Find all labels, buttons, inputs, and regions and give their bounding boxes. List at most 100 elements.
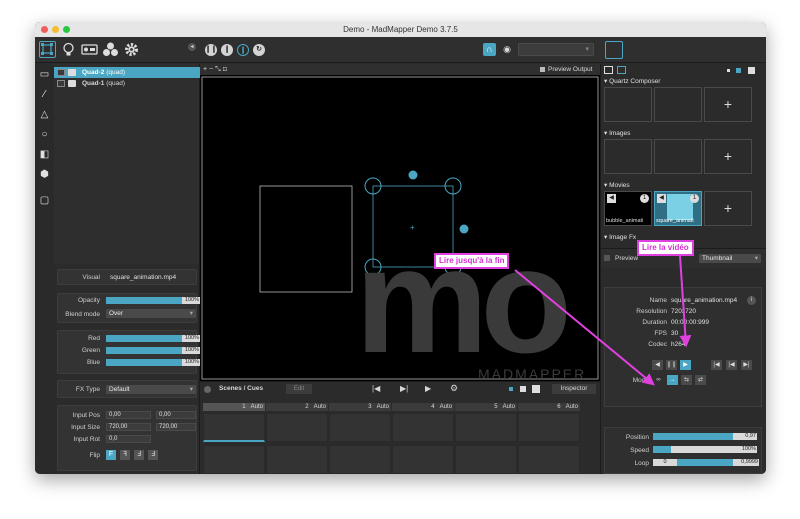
add-quad-icon[interactable]: ▭: [38, 68, 51, 81]
layer-row-quad-2[interactable]: Quad-2 (quad): [54, 67, 200, 78]
collapse-icon[interactable]: ◂: [188, 43, 196, 51]
library-settings-icon[interactable]: [617, 66, 626, 74]
ping-pong-mode-icon[interactable]: ⇆: [681, 375, 692, 385]
loop-mode-icon[interactable]: ∞: [653, 375, 664, 385]
movie-play-icon[interactable]: ◀: [607, 194, 616, 203]
add-mask-icon[interactable]: ◧: [38, 148, 51, 161]
play-once-mode-icon[interactable]: →: [667, 375, 678, 385]
cue-header-1[interactable]: 1 Auto: [203, 403, 265, 411]
quartz-section-header[interactable]: ▾ Quartz Composer: [604, 77, 660, 85]
add-circle-icon[interactable]: ○: [38, 128, 51, 141]
reverse-mode-icon[interactable]: ⇄: [695, 375, 706, 385]
cue-cell[interactable]: [518, 413, 580, 442]
library-view-large-icon[interactable]: [748, 67, 755, 74]
cue-cell[interactable]: [392, 413, 454, 442]
cue-cell[interactable]: [329, 445, 391, 474]
image-fx-section-header[interactable]: ▾ Image Fx: [604, 233, 636, 241]
edit-button[interactable]: Edit: [286, 384, 312, 394]
cue-header-6[interactable]: 6 Auto: [518, 403, 580, 411]
cue-small-square-icon[interactable]: [520, 386, 526, 392]
add-triangle-icon[interactable]: △: [38, 108, 51, 121]
magnet-icon[interactable]: ∩: [483, 43, 496, 56]
last-frame-icon[interactable]: ▶|: [741, 360, 752, 370]
layer-visibility-checkbox[interactable]: [57, 80, 65, 87]
green-slider[interactable]: [106, 347, 182, 354]
cue-cell[interactable]: [266, 413, 328, 442]
image-slot[interactable]: [654, 139, 702, 174]
blue-slider[interactable]: [106, 359, 182, 366]
green-value[interactable]: 100%: [182, 347, 200, 354]
cue-header-4[interactable]: 4 Auto: [392, 403, 454, 411]
flip-horizontal-icon[interactable]: F: [106, 450, 116, 460]
flip-rotate-icon[interactable]: Ⅎ: [148, 450, 158, 460]
cue-cell[interactable]: [266, 445, 328, 474]
speed-slider[interactable]: [653, 446, 671, 453]
canvas-stage[interactable]: + mo MADMAPPER: [200, 75, 600, 381]
eye-icon[interactable]: ◉: [500, 43, 514, 56]
play-mode-icon[interactable]: ❙: [237, 44, 249, 56]
position-value[interactable]: 0,97: [733, 433, 757, 440]
add-fixture-icon[interactable]: ▢: [38, 194, 51, 207]
input-size-w-field[interactable]: 720,00: [106, 423, 151, 431]
blend-mode-select[interactable]: Over: [106, 309, 196, 318]
speed-track[interactable]: [671, 446, 733, 453]
close-window-button[interactable]: [41, 26, 48, 33]
output-settings-icon[interactable]: [605, 41, 623, 59]
inspector-button[interactable]: Inspector: [552, 384, 596, 394]
preview-checkbox[interactable]: [604, 255, 610, 261]
fx-type-select[interactable]: Default: [106, 385, 196, 394]
scenes-collapse-icon[interactable]: [204, 386, 211, 393]
gear-icon[interactable]: [123, 41, 140, 58]
library-view-dot-icon[interactable]: [727, 69, 730, 72]
input-rot-field[interactable]: 0,0: [106, 435, 151, 443]
zoom-window-button[interactable]: [63, 26, 70, 33]
cue-cell[interactable]: [203, 413, 265, 442]
cue-cell[interactable]: [455, 413, 517, 442]
add-movie-button[interactable]: +: [704, 191, 752, 226]
minimize-window-button[interactable]: [52, 26, 59, 33]
cue-cell[interactable]: [392, 445, 454, 474]
movie-play-icon[interactable]: ◀: [657, 194, 666, 203]
rewind-icon[interactable]: ◀: [652, 360, 663, 370]
canvas-zoom-controls[interactable]: + − ⤡ ⊡: [203, 64, 227, 75]
speed-value[interactable]: 100%: [733, 446, 757, 453]
pause-icon[interactable]: ❙❙: [666, 360, 677, 370]
quartz-slot[interactable]: [604, 87, 652, 122]
first-frame-icon[interactable]: |◀: [711, 360, 722, 370]
opacity-value[interactable]: 100%: [182, 297, 200, 304]
lightbulb-icon[interactable]: [60, 41, 77, 58]
image-slot[interactable]: [604, 139, 652, 174]
movie-thumb-bubble[interactable]: ◀ 1 bubble_animati: [604, 191, 652, 226]
cue-cell[interactable]: [518, 445, 580, 474]
quartz-slot[interactable]: [654, 87, 702, 122]
blue-value[interactable]: 100%: [182, 359, 200, 366]
step-icon[interactable]: |◀: [726, 360, 737, 370]
flip-vertical-icon[interactable]: ꟻ: [120, 450, 130, 460]
library-list-icon[interactable]: [604, 66, 613, 74]
cue-dot-icon[interactable]: [509, 387, 513, 391]
pause-icon[interactable]: ❙❙: [205, 44, 217, 56]
thumbnail-select[interactable]: Thumbnail: [699, 254, 761, 263]
flip-both-icon[interactable]: Ⅎ: [134, 450, 144, 460]
play-cue-icon[interactable]: ▶: [425, 384, 431, 393]
lock-icon[interactable]: [68, 69, 76, 76]
preview-output-checkbox[interactable]: [540, 67, 545, 72]
layer-visibility-checkbox[interactable]: [57, 69, 65, 76]
output-select[interactable]: ▾: [518, 43, 594, 56]
movie-thumb-square[interactable]: ◀ 1 square_animati: [654, 191, 702, 226]
info-icon[interactable]: i: [747, 296, 756, 305]
rewind-icon[interactable]: ↻: [253, 44, 265, 56]
red-slider[interactable]: [106, 335, 182, 342]
cue-cell[interactable]: [329, 413, 391, 442]
loop-range-slider[interactable]: [677, 459, 733, 466]
add-line-icon[interactable]: ⁄: [38, 88, 51, 101]
input-size-h-field[interactable]: 720,00: [156, 423, 196, 431]
input-pos-y-field[interactable]: 0,00: [156, 411, 196, 419]
add-3d-object-icon[interactable]: ⬢: [38, 168, 51, 181]
cue-header-2[interactable]: 2 Auto: [266, 403, 328, 411]
cue-cell[interactable]: [455, 445, 517, 474]
next-cue-icon[interactable]: ▶|: [400, 384, 408, 393]
position-slider[interactable]: [653, 433, 733, 440]
input-pos-x-field[interactable]: 0,00: [106, 411, 151, 419]
modules-icon[interactable]: [102, 41, 119, 58]
